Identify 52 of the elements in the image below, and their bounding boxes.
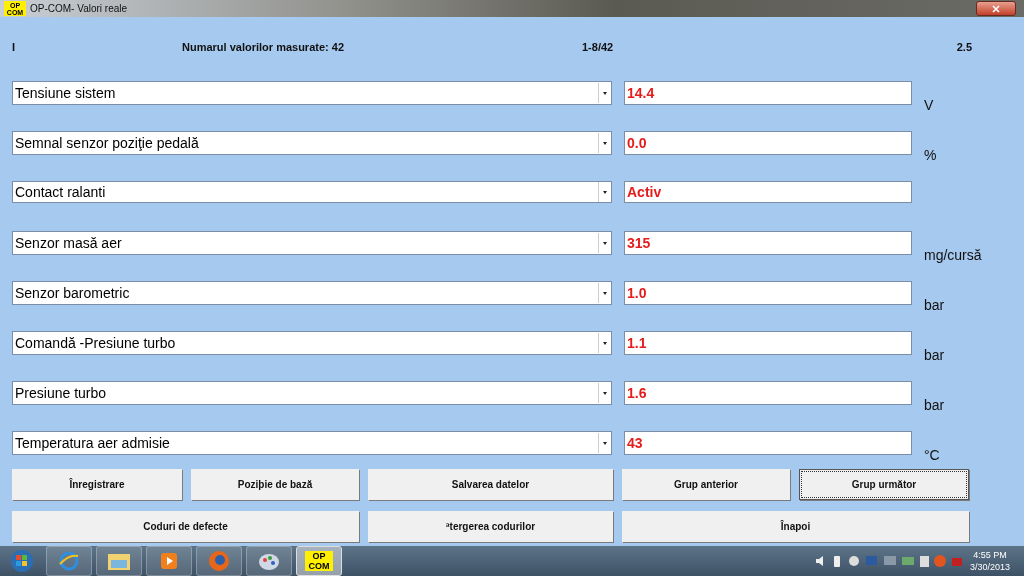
unit-label: V bbox=[924, 97, 935, 113]
taskbar-app-button[interactable] bbox=[246, 546, 292, 576]
parameter-dropdown[interactable]: Semnal senzor poziţie pedală bbox=[12, 131, 612, 155]
parameter-dropdown[interactable]: Comandă -Presiune turbo bbox=[12, 331, 612, 355]
range-label: 1-8/42 bbox=[582, 41, 615, 53]
browser-icon bbox=[58, 550, 80, 572]
parameter-dropdown[interactable]: Senzor barometric bbox=[12, 281, 612, 305]
value-field: 1.1 bbox=[624, 331, 912, 355]
action-button[interactable]: Salvarea datelor bbox=[368, 469, 613, 500]
palette-icon bbox=[258, 551, 280, 571]
firefox-icon bbox=[207, 549, 231, 573]
unit-label: °C bbox=[924, 447, 941, 463]
parameter-dropdown[interactable]: Temperatura aer admisie bbox=[12, 431, 612, 455]
action-button[interactable]: Grup următor bbox=[799, 469, 969, 500]
parameter-dropdown[interactable]: Presiune turbo bbox=[12, 381, 612, 405]
value-field: 1.0 bbox=[624, 281, 912, 305]
version-label: 2.5 bbox=[955, 41, 972, 53]
taskbar-app-button[interactable]: OP COM bbox=[296, 546, 342, 576]
action-button[interactable]: Înregistrare bbox=[12, 469, 182, 500]
clock-date: 3/30/2013 bbox=[969, 561, 1010, 573]
parameter-dropdown[interactable]: Senzor masă aer bbox=[12, 231, 612, 255]
unit-label: mg/cursă bbox=[924, 247, 983, 263]
action-button[interactable]: Poziþie de bază bbox=[191, 469, 359, 500]
parameter-dropdown[interactable]: Tensiune sistem bbox=[12, 81, 612, 105]
taskbar-app-button[interactable] bbox=[196, 546, 242, 576]
taskbar-app-button[interactable] bbox=[46, 546, 92, 576]
value-field: 315 bbox=[624, 231, 912, 255]
clock-time: 4:55 PM bbox=[973, 549, 1007, 561]
value-field: 14.4 bbox=[624, 81, 912, 105]
unit-label: bar bbox=[924, 397, 946, 413]
value-field: 43 bbox=[624, 431, 912, 455]
taskbar-app-button[interactable] bbox=[96, 546, 142, 576]
windows-logo-icon bbox=[10, 549, 34, 573]
unit-label: bar bbox=[924, 347, 946, 363]
taskbar-app-button[interactable] bbox=[146, 546, 192, 576]
cursor-marker: I bbox=[12, 41, 17, 53]
value-field: 0.0 bbox=[624, 131, 912, 155]
folder-icon bbox=[107, 551, 131, 571]
close-icon bbox=[992, 4, 1000, 13]
play-icon bbox=[160, 552, 178, 570]
close-button[interactable] bbox=[976, 1, 1016, 16]
value-field: Activ bbox=[624, 181, 912, 203]
action-button[interactable]: Coduri de defecte bbox=[12, 511, 359, 542]
unit-label: bar bbox=[924, 297, 946, 313]
unit-label: % bbox=[924, 147, 938, 163]
window-title: OP-COM- Valori reale bbox=[30, 3, 129, 14]
action-button[interactable]: Grup anterior bbox=[622, 469, 790, 500]
values-count: Numarul valorilor masurate: 42 bbox=[182, 41, 345, 53]
action-button[interactable]: ªtergerea codurilor bbox=[368, 511, 613, 542]
parameter-dropdown[interactable]: Contact ralanti bbox=[12, 181, 612, 203]
action-button[interactable]: Înapoi bbox=[622, 511, 969, 542]
value-field: 1.6 bbox=[624, 381, 912, 405]
